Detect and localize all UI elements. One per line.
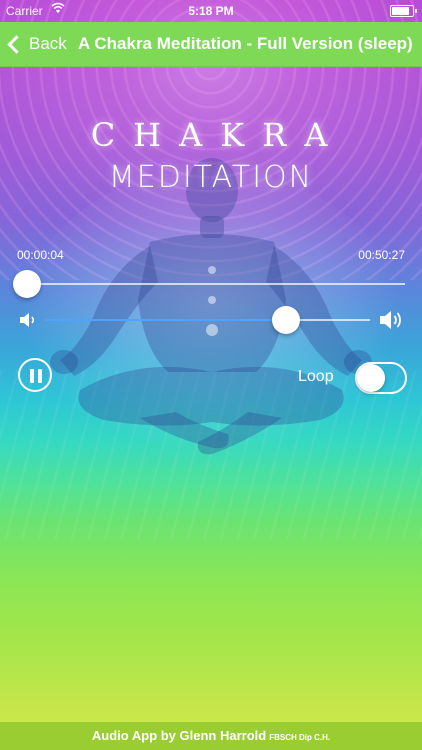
loop-toggle[interactable] <box>355 362 407 394</box>
app-screen: Carrier 5:18 PM Back A Chakra Meditation… <box>0 0 422 750</box>
loop-label: Loop <box>298 368 334 385</box>
progress-knob[interactable] <box>13 270 41 298</box>
logo-subtitle: MEDITATION <box>108 160 314 195</box>
volume-slider[interactable] <box>45 319 370 321</box>
progress-slider[interactable] <box>17 283 405 285</box>
speaker-high-icon <box>380 311 401 329</box>
volume-knob[interactable] <box>271 306 300 334</box>
footer-text: Audio App by Glenn Harrold <box>91 728 267 743</box>
navigation-bar: Back A Chakra Meditation - Full Version … <box>0 22 422 67</box>
back-label: Back <box>29 34 67 53</box>
logo-title: CHAKRA <box>90 116 346 154</box>
status-time: 5:18 PM <box>188 4 234 18</box>
back-button[interactable]: Back <box>7 34 67 54</box>
status-bar: Carrier 5:18 PM <box>0 0 422 22</box>
speaker-low-icon <box>20 313 35 327</box>
nav-title: A Chakra Meditation - Full Version (slee… <box>78 34 413 53</box>
battery-icon <box>390 5 417 17</box>
pause-button[interactable] <box>18 358 52 392</box>
chevron-left-icon <box>7 35 26 54</box>
elapsed-time: 00:00:04 <box>17 248 64 262</box>
footer-credit: Audio App by Glenn Harrold FBSCH Dip C.H. <box>0 722 422 750</box>
toggle-thumb <box>357 364 385 392</box>
total-time: 00:50:27 <box>358 248 405 262</box>
volume-filled <box>45 319 286 321</box>
meditating-figure-artwork <box>21 158 401 470</box>
footer-credentials: FBSCH Dip C.H. <box>269 733 331 742</box>
